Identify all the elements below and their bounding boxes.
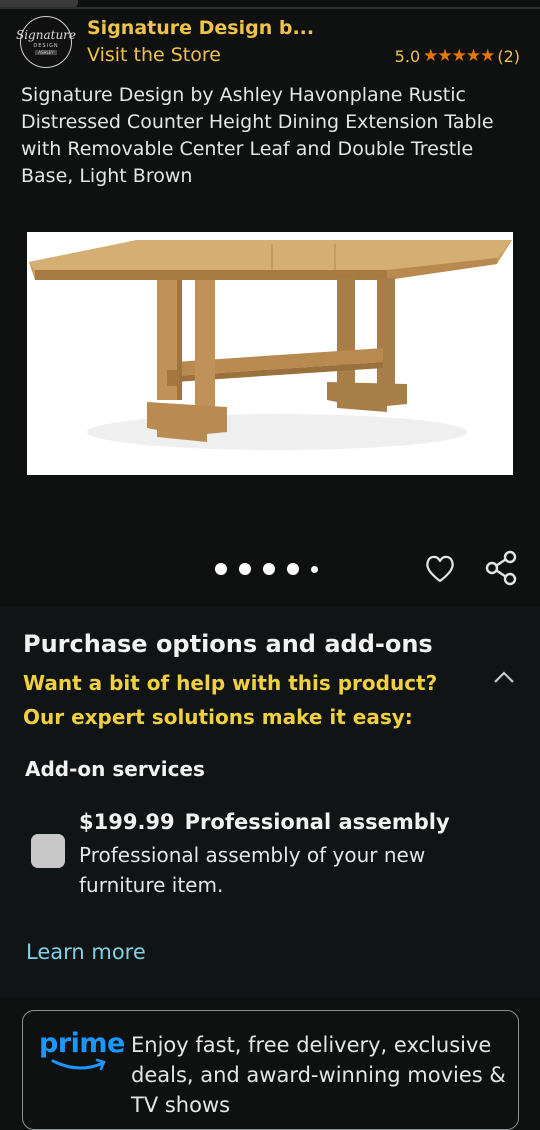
product-title: Signature Design by Ashley Havonplane Ru… [21, 84, 494, 187]
rating-count: (2) [497, 46, 520, 66]
addon-name: Professional assembly [184, 810, 450, 834]
rating-summary[interactable]: 5.0 ★★★★★ (2) [395, 46, 520, 66]
addon-price: $199.99 [79, 810, 175, 834]
logo-text: Signature [16, 28, 77, 42]
brand-logo[interactable]: Signature DESIGN ASHLEY [16, 16, 76, 68]
carousel-dot[interactable] [263, 563, 275, 575]
assembly-checkbox[interactable] [31, 834, 65, 868]
addon-services-title: Add-on services [25, 757, 205, 781]
prime-logo-text: prime [39, 1028, 125, 1059]
star-rating-icon: ★★★★★ [423, 46, 495, 66]
carousel-dot[interactable] [287, 563, 299, 575]
purchase-options-section [0, 607, 540, 997]
heart-icon[interactable] [424, 554, 456, 584]
carousel-dot[interactable] [311, 565, 318, 573]
learn-more-link[interactable]: Learn more [26, 940, 146, 964]
help-line-2: Our expert solutions make it easy: [23, 705, 413, 729]
prime-logo: prime [39, 1028, 125, 1071]
share-icon[interactable] [484, 550, 518, 586]
prime-promo-card[interactable]: prime Enjoy fast, free delivery, exclusi… [22, 1010, 519, 1130]
carousel-dot[interactable] [215, 563, 227, 575]
dining-table-illustration [29, 240, 512, 450]
carousel-dot[interactable] [239, 563, 251, 575]
previous-thumbnail [0, 0, 78, 7]
prime-smile-icon [51, 1058, 106, 1071]
prime-promo-text: Enjoy fast, free delivery, exclusive dea… [131, 1033, 506, 1117]
visit-store-link[interactable]: Visit the Store [87, 44, 221, 66]
image-carousel-indicator[interactable] [215, 563, 318, 575]
logo-badge: ASHLEY [35, 50, 57, 55]
logo-subtext: DESIGN [33, 43, 59, 49]
addon-header: $199.99 Professional assembly [79, 810, 450, 834]
product-image[interactable] [27, 232, 513, 475]
addon-description: Professional assembly of your new furnit… [79, 843, 426, 897]
rating-value: 5.0 [394, 46, 421, 66]
chevron-up-icon[interactable] [492, 669, 516, 685]
purchase-options-title: Purchase options and add-ons [23, 630, 433, 658]
brand-header: Signature DESIGN ASHLEY Signature Design… [16, 16, 520, 72]
brand-name[interactable]: Signature Design b... [87, 17, 314, 39]
help-line-1: Want a bit of help with this product? [23, 671, 438, 695]
divider [0, 7, 540, 9]
